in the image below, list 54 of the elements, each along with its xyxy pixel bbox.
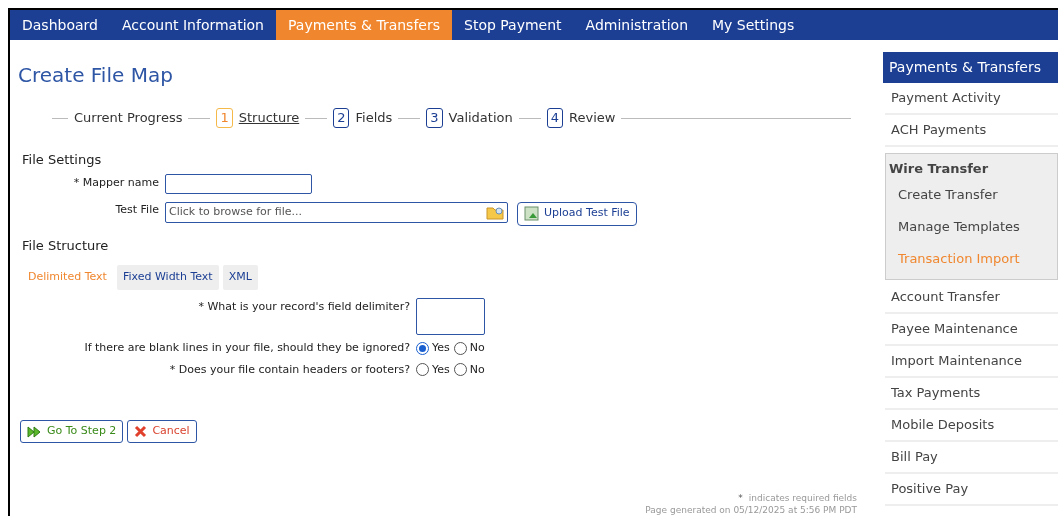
nav-tab[interactable]: Stop Payment <box>452 10 574 40</box>
double-arrow-icon <box>27 425 42 438</box>
sidebar-subitem[interactable]: Create Transfer <box>886 178 1057 211</box>
sidebar-item[interactable]: Payment Activity <box>885 83 1058 115</box>
sidebar-group-title[interactable]: Wire Transfer <box>886 154 1057 179</box>
sidebar-item[interactable]: Positive Pay <box>885 473 1058 506</box>
required-note: indicates required fields <box>748 492 857 504</box>
field-label: * What is your record's field delimiter? <box>197 299 411 315</box>
progress-label: Current Progress <box>74 109 183 128</box>
close-icon <box>134 425 148 438</box>
cancel-button[interactable]: Cancel <box>127 420 197 443</box>
required-mark: * <box>738 492 743 504</box>
sidebar-item[interactable]: Tax Payments <box>885 377 1058 410</box>
sidebar-item[interactable]: ACH Payments <box>885 115 1058 147</box>
step-number: 4 <box>546 108 564 128</box>
page-title: Create File Map <box>18 62 174 89</box>
structure-tab[interactable]: XML <box>222 265 258 290</box>
nav-tab[interactable]: My Settings <box>700 10 807 40</box>
question-label: If there are blank lines in your file, should they be ignored? <box>83 340 411 356</box>
sidebar-item[interactable]: Bill Pay <box>885 441 1058 474</box>
step-number: 2 <box>333 108 350 128</box>
sidebar-item[interactable]: Import Maintenance <box>885 345 1058 378</box>
sidebar-item[interactable]: Payee Maintenance <box>885 313 1058 346</box>
test-file-field[interactable]: Click to browse for file... <box>165 201 508 223</box>
nav-tab[interactable]: Administration <box>573 10 701 40</box>
mapper-name-field[interactable] <box>165 173 312 194</box>
upload-icon <box>524 205 540 222</box>
step-label: Fields <box>355 109 393 128</box>
step-number: 3 <box>426 108 443 128</box>
sidebar-item[interactable]: Mobile Deposits <box>885 409 1058 442</box>
upload-test-file-button[interactable]: Upload Test File <box>517 201 637 226</box>
step-label: Review <box>569 109 616 128</box>
folder-icon <box>486 204 504 220</box>
step-label: Validation <box>448 109 513 128</box>
option-label: Yes <box>432 340 450 356</box>
sidebar-item[interactable]: Account Transfer <box>885 281 1058 314</box>
sidebar-subitem[interactable]: Manage Templates <box>886 210 1057 243</box>
step-label[interactable]: Structure <box>238 108 300 128</box>
generated-note: Page generated on 05/12/2025 at 5:56 PM PDT <box>645 504 857 516</box>
option-label: No <box>469 340 485 356</box>
field-label: Test File <box>114 201 160 218</box>
delimiter-field[interactable] <box>416 298 485 335</box>
nav-tab[interactable]: Account Information <box>109 10 276 40</box>
option-label: No <box>469 361 485 378</box>
section-heading: File Settings <box>22 151 103 169</box>
field-label: * Mapper name <box>72 175 160 192</box>
step-number: 1 <box>216 108 233 128</box>
go-to-step-button[interactable]: Go To Step 2 <box>20 420 124 443</box>
question-label: * Does your file contain headers or footers? <box>168 361 411 378</box>
sidebar-title: Payments & Transfers <box>883 52 1058 83</box>
nav-tab[interactable]: Dashboard <box>10 10 110 40</box>
section-heading: File Structure <box>22 236 110 255</box>
structure-tab[interactable]: Fixed Width Text <box>116 265 219 290</box>
option-label: Yes <box>432 361 450 378</box>
